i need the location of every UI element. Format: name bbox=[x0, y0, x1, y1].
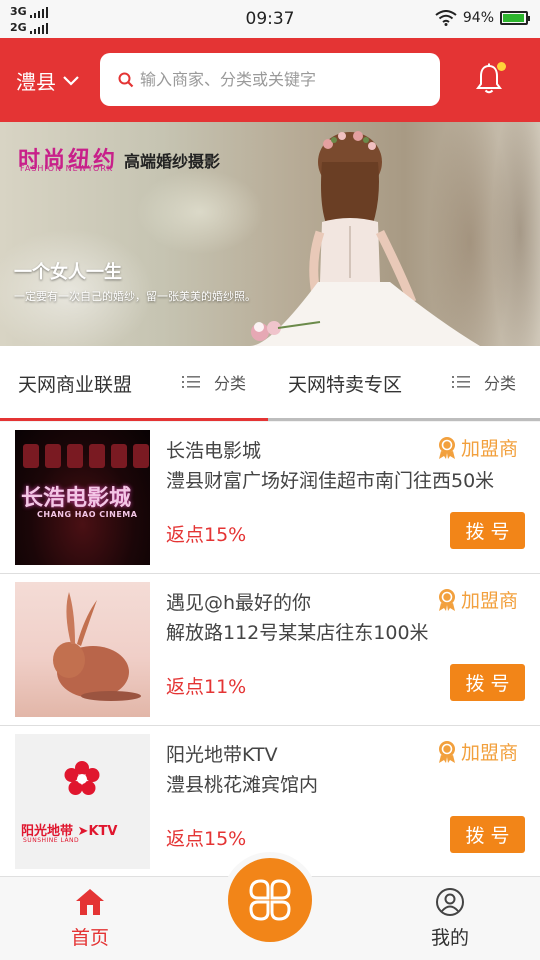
merchant-photo bbox=[15, 582, 150, 717]
battery-percent: 94% bbox=[462, 10, 494, 26]
merchant-address: 澧县桃花滩宾馆内 bbox=[166, 774, 319, 796]
tab-indicator-track bbox=[0, 418, 540, 421]
logo-english: SUNSHINE LAND bbox=[23, 837, 80, 844]
battery-icon bbox=[500, 11, 530, 25]
bride-illustration bbox=[250, 131, 480, 346]
rebate-rate: 返点11% bbox=[166, 676, 247, 698]
flower-logo-icon bbox=[64, 761, 100, 795]
member-badge: 加盟商 bbox=[436, 738, 518, 765]
nav-home-label: 首页 bbox=[70, 927, 109, 949]
brand-sub: 高端婚纱摄影 bbox=[124, 152, 221, 171]
chevron-down-icon bbox=[63, 75, 79, 86]
award-icon bbox=[439, 740, 455, 763]
tab-right-category-label: 分类 bbox=[484, 374, 517, 393]
list-icon bbox=[182, 376, 200, 388]
badge-label: 加盟商 bbox=[461, 438, 519, 460]
award-icon bbox=[439, 436, 455, 459]
merchant-address: 澧县财富广场好润佳超市南门往西50米 bbox=[166, 470, 495, 492]
award-icon bbox=[439, 588, 455, 611]
logo-english: CHANG HAO CINEMA bbox=[37, 510, 138, 519]
brand-english: FASHION NEWYORK bbox=[20, 164, 114, 173]
call-button[interactable]: 拨号 bbox=[450, 816, 525, 853]
tab-left-category[interactable]: 分类 bbox=[182, 370, 246, 394]
tab-right-category[interactable]: 分类 bbox=[452, 370, 516, 394]
wifi-icon bbox=[435, 10, 457, 26]
logo-text: 长浩电影城 bbox=[21, 486, 132, 511]
rebate-rate: 返点15% bbox=[166, 828, 247, 850]
rebate-rate: 返点15% bbox=[166, 524, 247, 546]
list-item[interactable]: 遇见@h最好的你 加盟商 解放路112号某某店往东100米 返点11% 拨号 bbox=[0, 574, 540, 726]
badge-label: 加盟商 bbox=[461, 742, 519, 764]
status-bar: 3G 2G 09:37 94% bbox=[0, 0, 540, 38]
merchant-name: 阳光地带KTV bbox=[166, 744, 278, 766]
merchant-logo: 阳光地带 ➤KTV SUNSHINE LAND bbox=[15, 734, 150, 869]
status-right: 94% bbox=[435, 10, 530, 26]
app-header: 澧县 bbox=[0, 38, 540, 122]
merchant-list: 长浩电影城 CHANG HAO CINEMA 长浩电影城 加盟商 澧县财富广场好… bbox=[0, 422, 540, 876]
grid-icon bbox=[249, 879, 291, 921]
carousel-indicator[interactable] bbox=[254, 322, 264, 332]
tab-left-category-label: 分类 bbox=[214, 374, 247, 393]
notification-dot bbox=[497, 62, 506, 71]
member-badge: 加盟商 bbox=[436, 586, 518, 613]
search-input[interactable] bbox=[140, 70, 420, 89]
badge-label: 加盟商 bbox=[461, 590, 519, 612]
search-bar[interactable] bbox=[100, 53, 440, 106]
center-action-button[interactable] bbox=[228, 858, 312, 942]
list-icon bbox=[452, 376, 470, 388]
home-icon bbox=[76, 889, 104, 915]
call-button[interactable]: 拨号 bbox=[450, 512, 525, 549]
merchant-name: 长浩电影城 bbox=[166, 440, 262, 462]
merchant-logo: 长浩电影城 CHANG HAO CINEMA bbox=[15, 430, 150, 565]
promo-banner[interactable]: 时尚纽约 高端婚纱摄影 FASHION NEWYORK 一个女人一生 一定要有一… bbox=[0, 122, 540, 346]
category-tabs: 天网商业联盟 分类 天网特卖专区 分类 bbox=[0, 346, 540, 421]
tab-business-alliance[interactable]: 天网商业联盟 bbox=[18, 370, 132, 397]
banner-title: 一个女人一生 bbox=[14, 262, 122, 283]
nav-mine-label: 我的 bbox=[430, 927, 469, 949]
member-badge: 加盟商 bbox=[436, 434, 518, 461]
nav-home[interactable]: 首页 bbox=[50, 887, 130, 950]
tab-special-sale[interactable]: 天网特卖专区 bbox=[288, 370, 402, 397]
rabbit-illustration bbox=[53, 592, 141, 701]
merchant-address: 解放路112号某某店往东100米 bbox=[166, 622, 429, 644]
list-item[interactable]: 长浩电影城 CHANG HAO CINEMA 长浩电影城 加盟商 澧县财富广场好… bbox=[0, 422, 540, 574]
merchant-name: 遇见@h最好的你 bbox=[166, 592, 312, 614]
notification-button[interactable] bbox=[474, 62, 506, 98]
tab-indicator-active bbox=[0, 418, 268, 421]
search-icon bbox=[118, 72, 134, 87]
city-label: 澧县 bbox=[16, 70, 56, 94]
call-button[interactable]: 拨号 bbox=[450, 664, 525, 701]
nav-mine[interactable]: 我的 bbox=[410, 887, 490, 950]
banner-text: 一定要有一次自己的婚纱，留一张美美的婚纱照。 bbox=[14, 290, 256, 303]
user-icon bbox=[436, 888, 464, 916]
battery-fill bbox=[503, 14, 524, 22]
city-selector[interactable]: 澧县 bbox=[16, 66, 80, 95]
